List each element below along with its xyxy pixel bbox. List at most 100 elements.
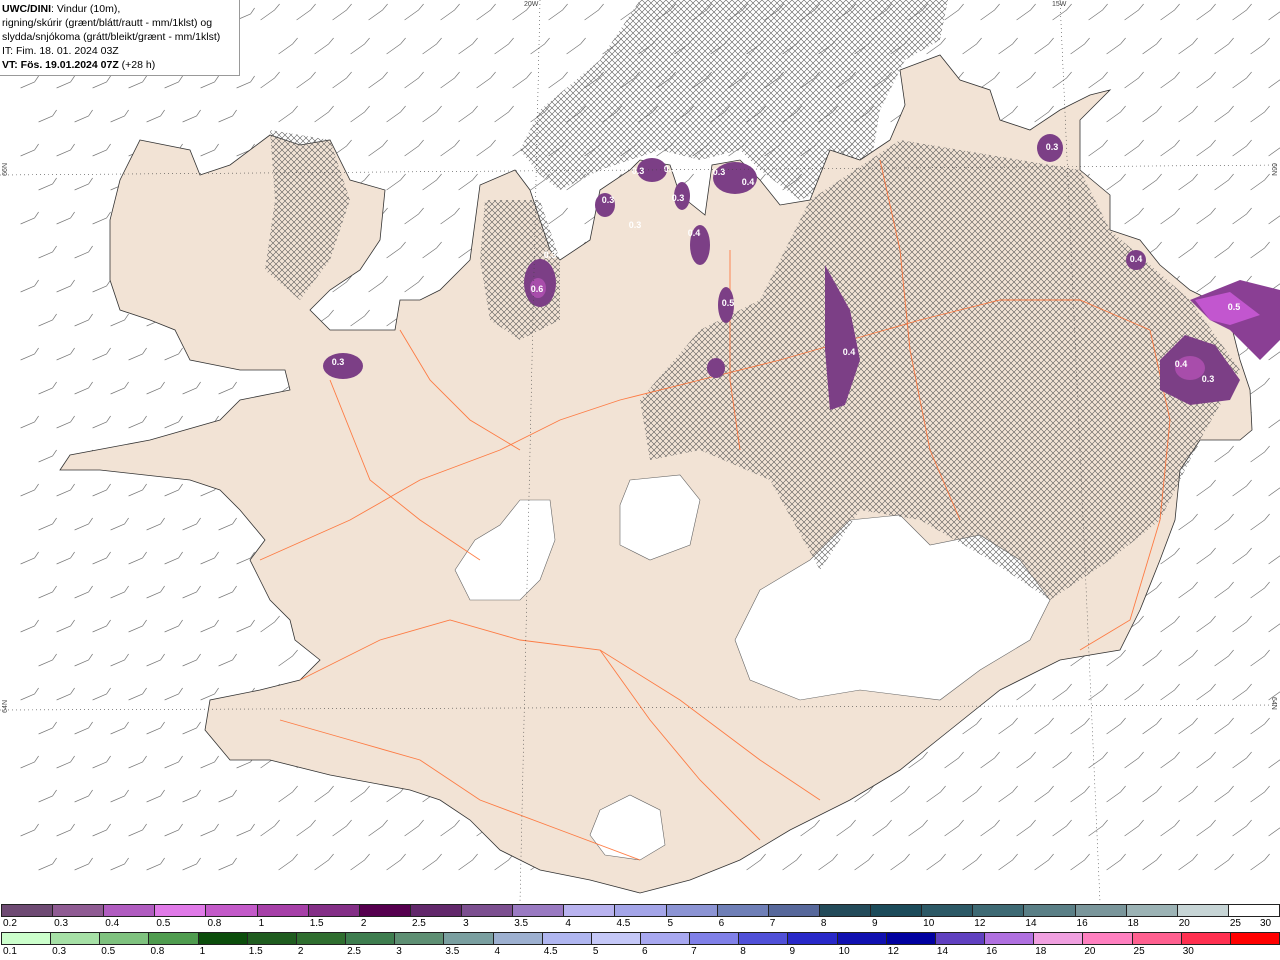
precip-label-bardardalur: 0.3 (713, 167, 726, 177)
legend-label: 8 (740, 946, 746, 957)
legend-label: 3 (396, 946, 402, 957)
legend-label: 6 (718, 918, 725, 929)
legend-swatch (1227, 904, 1280, 917)
legend-swatch (665, 904, 718, 917)
lon-label-20w: 20W (524, 1, 539, 8)
legend-label: 18 (1035, 946, 1047, 957)
legend-label: 1.5 (248, 946, 263, 957)
legend-label: 5 (592, 946, 599, 957)
legend-label: 8 (820, 918, 827, 929)
legend-swatch (512, 904, 565, 917)
legend-swatch (1125, 904, 1178, 917)
legend-label: 10 (838, 946, 850, 957)
precip-label-skagi-n: 0.3 (544, 250, 557, 260)
legend-swatch (52, 904, 105, 917)
legend-label: 7 (769, 918, 776, 929)
lat-label-66n-left: 66N (2, 163, 9, 176)
legend-swatch (640, 932, 691, 945)
legend-label: 5 (667, 918, 674, 929)
legend-label: 4.5 (616, 918, 631, 929)
legend-swatch (461, 904, 514, 917)
legend-swatch (103, 904, 156, 917)
legend-label: 18 (1127, 918, 1139, 929)
legend-swatch (1033, 932, 1084, 945)
legend-swatch (836, 932, 887, 945)
legend-swatch (1023, 904, 1076, 917)
legend-label: 14 (936, 946, 949, 957)
legend-label: 3 (463, 918, 469, 929)
legend-label: 0.4 (105, 918, 120, 929)
rain-legend-labels: 0.1 0.3 0.5 0.8 1 1.5 2 2.5 3 3.5 4 4.5 5 6 7 8 9 10 12 14 1… (0, 946, 1280, 960)
precip-label-austfirdir-mid: 0.4 (1175, 359, 1188, 369)
legend-label: 1 (199, 946, 206, 957)
map-title-box: UWC/DINI: Vindur (10m), rigning/skúrir (… (0, 0, 240, 76)
legend-swatch (358, 904, 411, 917)
precip-label-trollaskagi-s: 0.3 (629, 220, 642, 230)
legend-swatch (1, 904, 54, 917)
legend-swatch (443, 932, 494, 945)
snow-legend-labels: 0.2 0.3 0.4 0.5 0.8 1 1.5 2 2.5 3 3.5 4 4.5 5 6 7 8 9 10 12… (0, 918, 1280, 932)
legend-swatch (394, 932, 445, 945)
legend-swatch (246, 932, 297, 945)
legend-swatch (934, 932, 986, 945)
precip-label-olafsfjordur: 0.3 (664, 164, 677, 174)
legend-swatch (972, 904, 1025, 917)
precip-label-tjornes: 0.4 (742, 177, 755, 187)
legend-label: 0.8 (150, 946, 165, 957)
legend-label: 0.5 (101, 946, 116, 957)
weather-map: 0.3 0.6 0.3 0.3 0.3 0.3 0.3 0.3 0.4 0.4 0.5 0.3 0.4 0… (0, 0, 1280, 902)
precip-label-siglufjordur: 0.3 (632, 166, 645, 176)
legend-swatch (689, 932, 740, 945)
precip-label-langanes: 0.3 (1046, 142, 1059, 152)
precip-label-trollaskagi-w: 0.3 (602, 195, 615, 205)
legend-label: 12 (887, 946, 899, 957)
legend-label: 0.8 (207, 918, 222, 929)
legend-label: 9 (789, 946, 796, 957)
title-line2: rigning/skúrir (grænt/blátt/rautt - mm/1… (2, 17, 213, 29)
legend-label: 9 (872, 918, 878, 929)
title-line3: slydda/snjókoma (grátt/bleikt/grænt - mm… (2, 31, 221, 43)
legend-swatch (50, 932, 101, 945)
legend-label: 4 (494, 946, 501, 957)
legend-label: 3.5 (514, 918, 529, 929)
legend-label: 16 (986, 946, 998, 957)
legend-swatch (738, 932, 789, 945)
legend-swatch (154, 904, 207, 917)
legend-label: 0.3 (52, 946, 67, 957)
legend-label: 20 (1178, 918, 1190, 929)
legend-swatch (984, 932, 1035, 945)
lat-label-64n-left: 64N (2, 700, 9, 713)
precip-label-flateyjarskagi: 0.3 (672, 193, 685, 203)
precip-label-austfirdir-s: 0.3 (1202, 374, 1215, 384)
legend-label: 16 (1076, 918, 1088, 929)
legend-label: 0.2 (3, 918, 17, 929)
legend-label: 10 (923, 918, 935, 929)
legend-swatch (1229, 932, 1280, 945)
legend-label: 2 (297, 946, 304, 957)
legend-swatch (295, 932, 347, 945)
legend-swatch (1074, 904, 1127, 917)
legend-swatch (205, 904, 258, 917)
legend-swatch (716, 904, 769, 917)
legend-swatch (1180, 932, 1231, 945)
legend-swatch (256, 904, 309, 917)
legend-swatch (921, 904, 974, 917)
legend-swatch (885, 932, 936, 945)
precip-label-vopnafjordur: 0.4 (1130, 254, 1143, 264)
legend-label: 2.5 (347, 946, 361, 957)
legend-label: 25 (1133, 946, 1145, 957)
legend-label: 1 (258, 918, 265, 929)
legend-swatch (409, 904, 463, 917)
legend-swatch (1131, 932, 1182, 945)
model-name: UWC/DINI (2, 3, 51, 15)
rain-legend-row (0, 932, 1280, 946)
legend-swatch (197, 932, 248, 945)
legend-label: 2.5 (411, 918, 426, 929)
legend-label: 3.5 (445, 946, 460, 957)
precip-label-skagi: 0.6 (531, 284, 544, 294)
legend-label: 4 (565, 918, 571, 929)
precip-label-myvatn: 0.4 (843, 347, 856, 357)
legend-label: 0.5 (156, 918, 171, 929)
title-line1: : Vindur (10m), (51, 3, 121, 15)
forecast-hour: (+28 h) (118, 59, 156, 71)
